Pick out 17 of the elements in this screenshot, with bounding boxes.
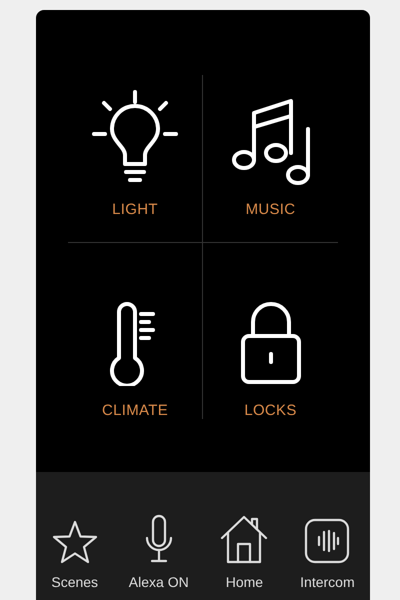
tab-bar-item[interactable]: Intercom: [300, 518, 355, 590]
tile-label: MUSIC: [246, 201, 296, 218]
padlock-icon: [238, 300, 302, 386]
tab-bar-item[interactable]: Alexa ON: [128, 514, 189, 590]
category-tile[interactable]: LOCKS: [203, 243, 338, 419]
tile-label: LOCKS: [244, 402, 297, 419]
house-icon: [219, 514, 270, 564]
category-tile[interactable]: CLIMATE: [68, 243, 203, 419]
tab-bar-item[interactable]: Scenes: [51, 520, 98, 590]
category-tile[interactable]: LIGHT: [68, 75, 203, 243]
tab-bar-item[interactable]: Home: [219, 514, 270, 590]
tile-label: CLIMATE: [102, 402, 168, 419]
intercom-icon: [304, 518, 350, 564]
star-icon: [52, 520, 98, 564]
category-tile[interactable]: MUSIC: [203, 75, 338, 243]
tile-label: LIGHT: [112, 201, 158, 218]
light-bulb-icon: [90, 89, 180, 185]
